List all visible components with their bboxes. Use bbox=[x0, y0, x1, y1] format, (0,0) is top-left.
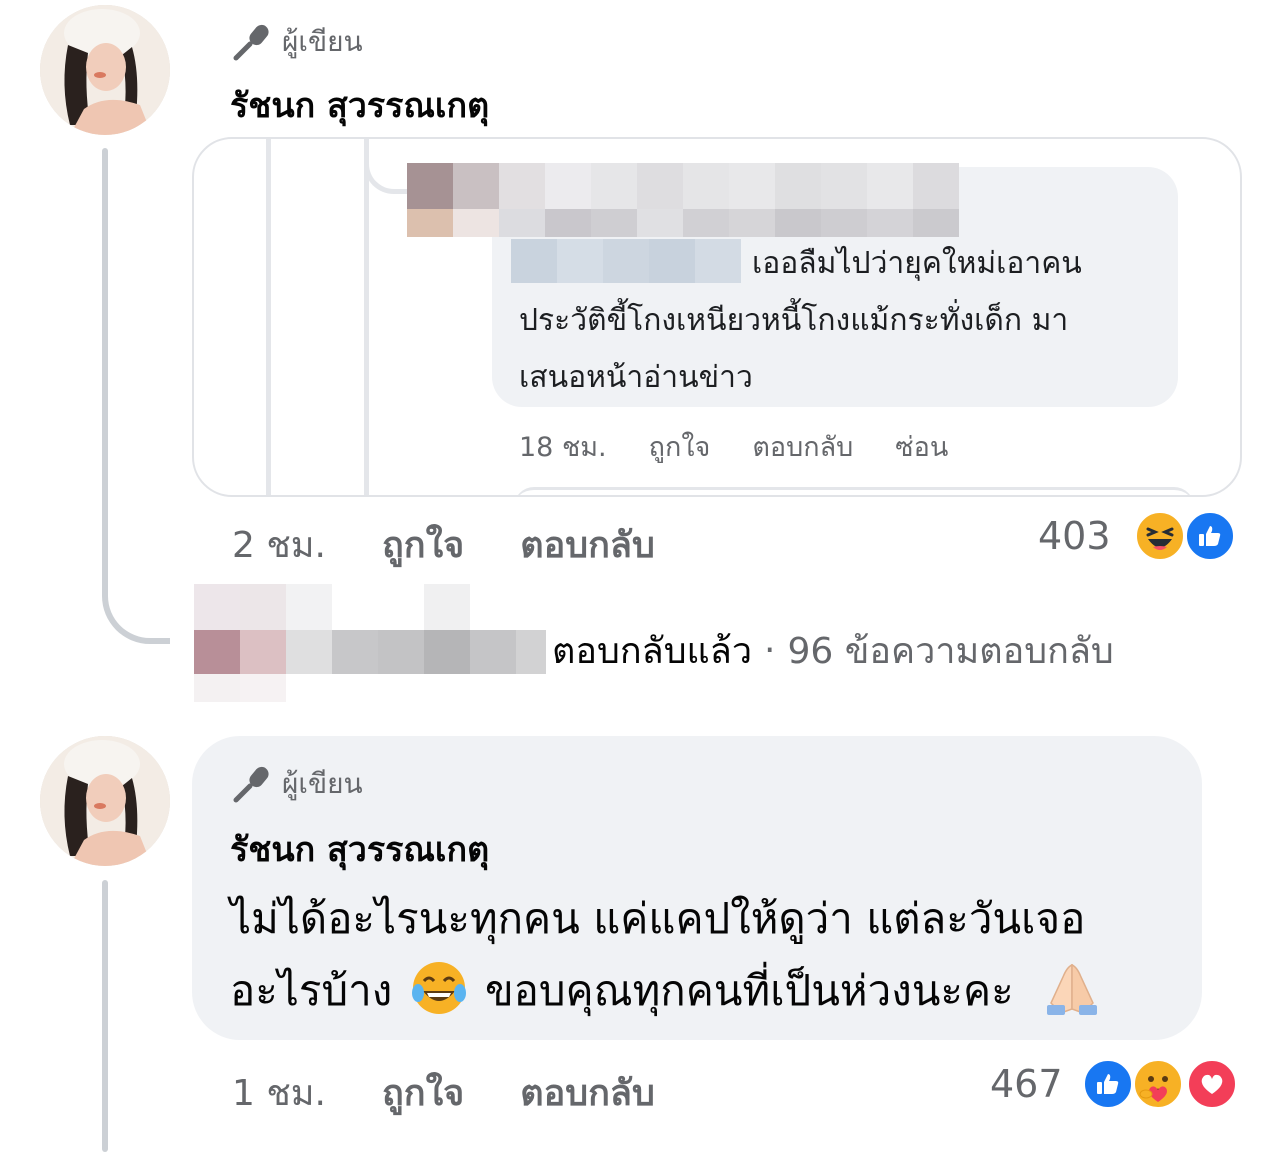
care-icon bbox=[1132, 1058, 1184, 1110]
tears-of-joy-icon bbox=[411, 962, 466, 1014]
embedded-comment-text: ประวัติขี้โกงเหนียวหนี้โกงแม้กระทั่งเด็ก… bbox=[519, 303, 1069, 338]
reaction-count[interactable]: 403 bbox=[1038, 514, 1111, 558]
like-button[interactable]: ถูกใจ bbox=[382, 516, 464, 573]
inner-thread-line bbox=[364, 139, 369, 495]
comment-time[interactable]: 2 ชม. bbox=[232, 516, 326, 573]
embedded-screenshot: เออลืมไปว่ายุคใหม่เอาคน ประวัติขี้โกงเหน… bbox=[192, 137, 1242, 497]
reaction-icons[interactable] bbox=[1082, 1056, 1242, 1112]
haha-icon bbox=[1134, 510, 1186, 562]
comment-text: อะไรบ้าง bbox=[230, 966, 393, 1015]
comment-actions: 1 ชม. ถูกใจ ตอบกลับ bbox=[232, 1064, 711, 1121]
like-button[interactable]: ถูกใจ bbox=[382, 1064, 464, 1121]
author-avatar[interactable] bbox=[40, 5, 170, 135]
blurred-username bbox=[407, 163, 959, 237]
author-badge-label: ผู้เขียน bbox=[282, 25, 363, 58]
comment-actions: 2 ชม. ถูกใจ ตอบกลับ bbox=[232, 516, 711, 573]
next-comment-edge bbox=[514, 487, 1194, 495]
folded-hands-icon bbox=[1047, 963, 1097, 1015]
author-badge: ผู้เขียน bbox=[232, 20, 363, 64]
embedded-comment-text: เสนอหน้าอ่านข่าว bbox=[519, 360, 753, 395]
inner-thread-line bbox=[266, 139, 271, 495]
embedded-like: ถูกใจ bbox=[648, 432, 711, 463]
thread-line bbox=[102, 880, 108, 1152]
comment-text: ไม่ได้อะไรนะทุกคน แค่แคปให้ดูว่า แต่ละวั… bbox=[230, 894, 1086, 943]
blurred-mention bbox=[511, 239, 741, 283]
comment-text: ขอบคุณทุกคนที่เป็นห่วงนะคะ bbox=[484, 966, 1014, 1015]
author-name[interactable]: รัชนก สุวรรณเกตุ bbox=[230, 822, 489, 876]
microphone-icon bbox=[233, 24, 269, 61]
reaction-icons[interactable] bbox=[1134, 508, 1244, 564]
embedded-hide: ซ่อน bbox=[895, 432, 949, 463]
embedded-reply: ตอบกลับ bbox=[752, 432, 854, 463]
author-name[interactable]: รัชนก สุวรรณเกตุ bbox=[230, 78, 489, 132]
separator: · bbox=[764, 630, 776, 671]
reaction-count[interactable]: 467 bbox=[990, 1062, 1063, 1106]
blurred-replier-name bbox=[194, 584, 546, 702]
reply-button[interactable]: ตอบกลับ bbox=[520, 516, 655, 573]
microphone-icon bbox=[233, 766, 269, 803]
replies-summary[interactable]: ตอบกลับแล้ว · 96 ข้อความตอบกลับ bbox=[552, 622, 1114, 679]
replied-label: ตอบกลับแล้ว bbox=[552, 631, 753, 672]
love-icon bbox=[1186, 1058, 1238, 1110]
comment-text-line2: อะไรบ้าง ขอบคุณทุกคนที่เป็นห่วงนะคะ bbox=[230, 956, 1105, 1026]
author-avatar[interactable] bbox=[40, 736, 170, 866]
embedded-time: 18 ชม. bbox=[519, 432, 607, 463]
embedded-comment-text: เออลืมไปว่ายุคใหม่เอาคน bbox=[752, 246, 1082, 281]
embedded-comment-meta: 18 ชม. ถูกใจ ตอบกลับ ซ่อน bbox=[519, 425, 948, 468]
author-badge: ผู้เขียน bbox=[232, 762, 363, 806]
author-badge-label: ผู้เขียน bbox=[282, 767, 363, 800]
view-replies-link[interactable]: 96 ข้อความตอบกลับ bbox=[788, 622, 1114, 679]
comment-bubble: ผู้เขียน รัชนก สุวรรณเกตุ ไม่ได้อะไรนะทุ… bbox=[192, 736, 1202, 1040]
thread-branch bbox=[102, 560, 170, 644]
like-icon bbox=[1082, 1058, 1134, 1110]
reply-button[interactable]: ตอบกลับ bbox=[520, 1064, 655, 1121]
like-icon bbox=[1184, 510, 1236, 562]
thread-line bbox=[102, 148, 108, 588]
comment-time[interactable]: 1 ชม. bbox=[232, 1064, 326, 1121]
